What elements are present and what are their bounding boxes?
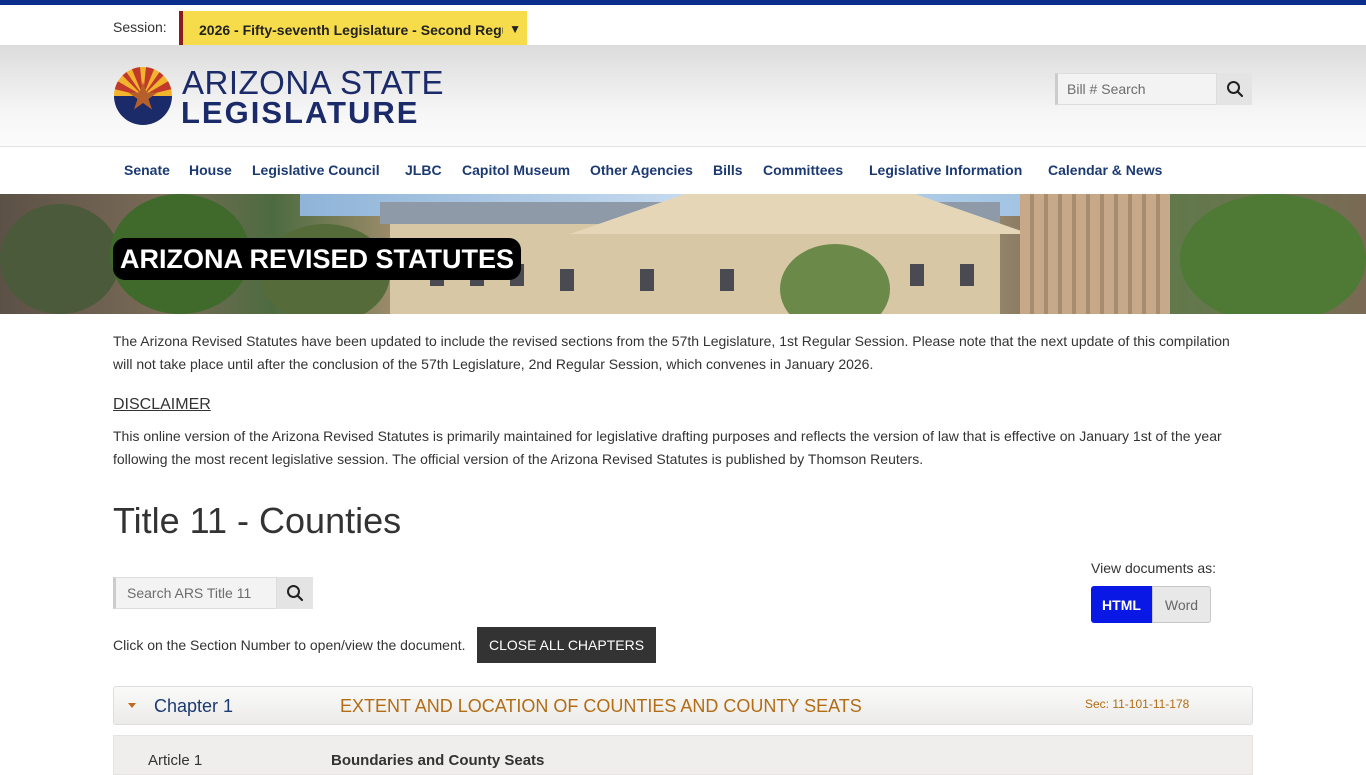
chapter-sections: Sec: 11-101-11-178 [1085,697,1190,711]
chapter-number: Chapter 1 [154,696,234,716]
session-select[interactable]: 2026 - Fifty-seventh Legislature - Secon… [179,11,527,49]
disclaimer-text: This online version of the Arizona Revis… [113,428,1222,467]
hero-title: ARIZONA REVISED STATUTES [113,238,522,280]
site-header: ARIZONA STATE LEGISLATURE [0,45,1366,147]
view-documents-label: View documents as: [1091,560,1217,576]
disclaimer-heading: DISCLAIMER [113,396,211,413]
bill-search-input[interactable] [1055,73,1217,105]
nav-legislative-council[interactable]: Legislative Council [252,162,380,178]
ars-search-input[interactable] [113,577,277,609]
page-title: Title 11 - Counties [113,500,402,541]
chapter-title: EXTENT AND LOCATION OF COUNTIES AND COUN… [340,696,862,716]
article-number: Article 1 [148,752,203,769]
view-format-toggle: HTML Word [1091,586,1211,623]
session-label: Session: [113,19,167,35]
main-nav: Senate House Legislative Council JLBC Ca… [0,147,1366,194]
session-bar: Session: 2026 - Fifty-seventh Legislatur… [0,5,1366,49]
nav-calendar-news[interactable]: Calendar & News [1048,162,1162,178]
search-icon [287,585,304,602]
bill-search-button[interactable] [1217,73,1252,105]
nav-committees[interactable]: Committees [763,162,843,178]
nav-bills[interactable]: Bills [713,162,743,178]
close-all-chapters-button[interactable]: CLOSE ALL CHAPTERS [477,627,656,663]
article-title: Boundaries and County Seats [331,752,545,769]
chevron-down-icon: ▼ [509,22,521,36]
view-html-button[interactable]: HTML [1091,586,1152,623]
arizona-flag-logo-icon[interactable] [114,67,172,125]
view-word-button[interactable]: Word [1152,586,1211,623]
nav-senate[interactable]: Senate [124,162,170,178]
nav-capitol-museum[interactable]: Capitol Museum [462,162,570,178]
ars-search [113,577,313,609]
instruction-text: Click on the Section Number to open/view… [113,637,466,653]
chapter-header[interactable]: Chapter 1 EXTENT AND LOCATION OF COUNTIE… [113,686,1253,725]
nav-jlbc[interactable]: JLBC [405,162,442,178]
nav-other-agencies[interactable]: Other Agencies [590,162,693,178]
article-row: Article 1 Boundaries and County Seats [113,735,1253,775]
nav-legislative-information[interactable]: Legislative Information [869,162,1022,178]
intro-notice: The Arizona Revised Statutes have been u… [113,333,1230,372]
nav-house[interactable]: House [189,162,232,178]
logo-text-line2[interactable]: LEGISLATURE [181,95,419,131]
caret-down-icon [128,703,136,708]
ars-search-button[interactable] [277,577,313,609]
search-icon [1226,81,1243,98]
bill-search [1055,73,1252,105]
session-select-value: 2026 - Fifty-seventh Legislature - Secon… [199,22,503,38]
